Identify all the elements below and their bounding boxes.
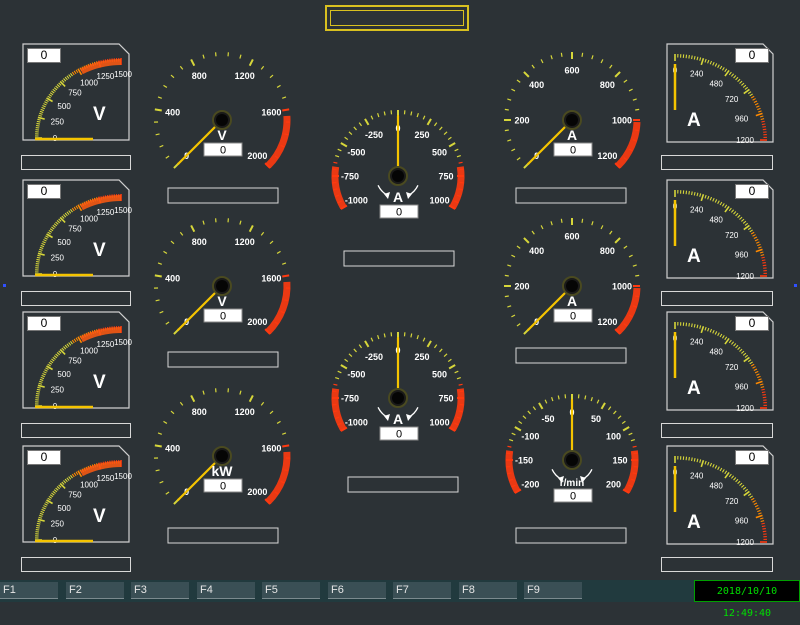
- dial-tick-label: 150: [612, 456, 627, 466]
- f6-button[interactable]: F6: [328, 582, 386, 599]
- scale-tick: [618, 416, 621, 419]
- dial-face: -200-150-100-50050100150200r/min0: [0, 0, 800, 580]
- edge-marker: [3, 284, 6, 287]
- speed-dial: -200-150-100-50050100150200r/min0: [0, 0, 800, 580]
- scale-tick: [515, 427, 521, 431]
- scale-tick: [558, 395, 559, 399]
- scale-tick: [512, 433, 516, 435]
- scale-tick: [631, 440, 635, 441]
- scale-tick: [602, 403, 606, 409]
- red-zone-band: [627, 451, 635, 492]
- scale-tick: [533, 407, 535, 410]
- edge-marker: [794, 284, 797, 287]
- scale-tick: [623, 427, 629, 431]
- f3-button[interactable]: F3: [131, 582, 189, 599]
- scale-tick: [509, 440, 513, 441]
- scale-tick: [622, 421, 625, 423]
- dial-caption-box: [516, 528, 626, 543]
- dial-tick-label: 200: [606, 480, 621, 490]
- scale-tick: [613, 411, 616, 414]
- scale-tick: [523, 416, 526, 419]
- dial-tick-label: 50: [591, 414, 601, 424]
- dial-tick-label: -200: [521, 480, 539, 490]
- f2-button[interactable]: F2: [66, 582, 124, 599]
- scale-tick: [629, 433, 633, 435]
- scale-tick: [585, 395, 586, 399]
- scale-tick: [545, 400, 547, 404]
- f4-button[interactable]: F4: [197, 582, 255, 599]
- scale-tick: [528, 411, 531, 414]
- clock-display: 2018/10/10 12:49:40: [694, 580, 800, 602]
- dial-value-readout: 0: [570, 491, 576, 503]
- f5-button[interactable]: F5: [262, 582, 320, 599]
- scale-tick: [519, 421, 522, 423]
- scale-tick: [608, 407, 610, 410]
- dial-tick-label: -50: [541, 414, 554, 424]
- f1-button[interactable]: F1: [0, 582, 58, 599]
- f9-button[interactable]: F9: [524, 582, 582, 599]
- f8-button[interactable]: F8: [459, 582, 517, 599]
- f7-button[interactable]: F7: [393, 582, 451, 599]
- scale-tick: [633, 446, 637, 447]
- dial-tick-label: -150: [515, 456, 533, 466]
- scale-tick: [539, 403, 543, 409]
- scale-tick: [552, 397, 553, 401]
- scale-tick: [591, 397, 592, 401]
- scale-tick: [597, 400, 599, 404]
- dial-tick-label: 100: [606, 432, 621, 442]
- dial-unit-label: r/min: [560, 478, 584, 489]
- dial-tick-label: -100: [521, 432, 539, 442]
- scale-tick: [507, 446, 511, 447]
